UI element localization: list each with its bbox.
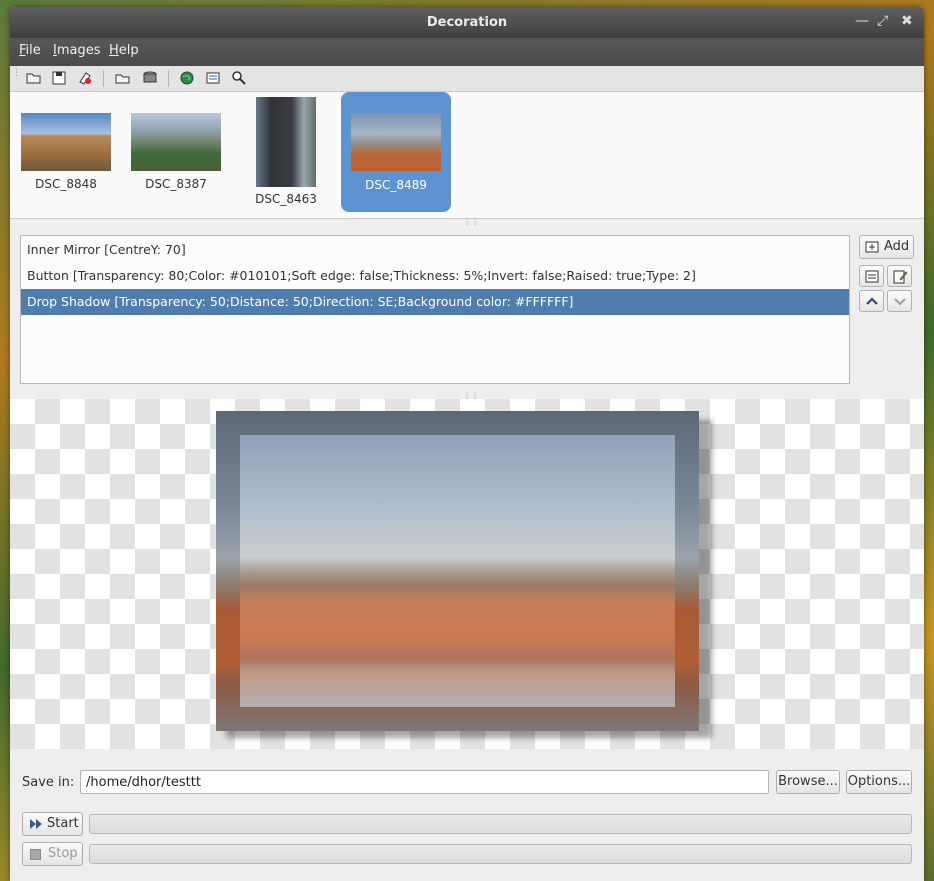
toolbar-grip-icon[interactable]: ⋮ <box>12 69 21 78</box>
open-folder-icon[interactable] <box>25 69 43 87</box>
thumbnail-item[interactable]: DSC_8463 <box>240 96 332 212</box>
globe-icon[interactable] <box>178 69 196 87</box>
thumbnail-caption: DSC_8463 <box>255 192 317 206</box>
toolbar-separator <box>168 70 169 87</box>
decoration-item[interactable]: Inner Mirror [CentreY: 70] <box>21 237 849 263</box>
stop-icon <box>30 849 41 860</box>
progress-bar-secondary <box>89 844 912 864</box>
options-button[interactable]: Options... <box>846 770 912 794</box>
disk-icon[interactable] <box>141 69 159 87</box>
save-in-label: Save in: <box>22 775 75 790</box>
menu-images[interactable]: Images <box>53 43 101 58</box>
menu-bar: File Images Help <box>10 38 924 66</box>
preview-area <box>10 399 924 749</box>
menu-file[interactable]: File <box>19 43 41 58</box>
browse-button[interactable]: Browse... <box>776 770 840 794</box>
clear-icon[interactable] <box>76 69 94 87</box>
thumbnail-image <box>21 113 111 171</box>
save-icon[interactable] <box>50 69 68 87</box>
start-button[interactable]: Start <box>22 812 83 836</box>
add-button-label: Add <box>884 239 910 254</box>
stop-button-label: Stop <box>48 846 78 861</box>
progress-bar-primary <box>89 814 912 834</box>
edit-decoration-button[interactable] <box>859 265 884 287</box>
menu-help[interactable]: Help <box>109 43 139 58</box>
preview-image-inner <box>240 435 675 707</box>
list-icon[interactable] <box>204 69 222 87</box>
window-title: Decoration <box>426 15 508 30</box>
edit-icon <box>893 270 908 284</box>
thumbnail-image <box>131 113 221 171</box>
properties-icon <box>865 270 879 283</box>
add-decoration-button[interactable]: Add <box>859 235 914 259</box>
thumbnail-image <box>256 97 316 187</box>
move-down-button[interactable] <box>887 290 912 312</box>
thumbnail-image <box>351 113 441 171</box>
close-icon[interactable]: ✖ <box>901 13 913 29</box>
app-window: Decoration — ⤢ ✖ File Images Help ⋮ DSC_… <box>10 7 924 881</box>
minimize-icon[interactable]: — <box>855 13 869 29</box>
open-image-icon[interactable] <box>114 69 132 87</box>
splitter-handle-icon[interactable]: ⋮⋮ <box>463 218 479 226</box>
save-path-input[interactable] <box>80 770 769 794</box>
title-bar[interactable]: Decoration — ⤢ ✖ <box>10 7 924 38</box>
thumbnail-item-selected[interactable]: DSC_8489 <box>341 92 451 212</box>
thumbnail-item[interactable]: DSC_8387 <box>130 112 222 198</box>
decoration-item[interactable]: Button [Transparency: 80;Color: #010101;… <box>21 263 849 289</box>
fast-forward-icon <box>30 819 42 829</box>
splitter-handle-icon[interactable]: ⋮⋮ <box>463 392 479 400</box>
preview-image <box>216 411 699 731</box>
thumbnail-caption: DSC_8489 <box>365 178 427 192</box>
thumbnail-caption: DSC_8848 <box>35 177 97 191</box>
start-button-label: Start <box>47 816 79 831</box>
thumbnail-caption: DSC_8387 <box>145 177 207 191</box>
decoration-item-selected[interactable]: Drop Shadow [Transparency: 50;Distance: … <box>21 289 849 315</box>
output-panel: Save in: Browse... Options... Start Stop <box>10 749 924 881</box>
maximize-icon[interactable]: ⤢ <box>877 13 888 29</box>
toolbar: ⋮ <box>10 66 924 92</box>
add-icon <box>865 241 879 253</box>
decoration-list[interactable]: Inner Mirror [CentreY: 70] Button [Trans… <box>20 235 850 384</box>
thumbnail-strip: DSC_8848 DSC_8387 DSC_8463 DSC_8489 <box>10 92 924 219</box>
chevron-down-icon <box>894 298 906 306</box>
thumbnail-item[interactable]: DSC_8848 <box>20 112 112 198</box>
zoom-icon[interactable] <box>230 69 248 87</box>
move-up-button[interactable] <box>859 290 884 312</box>
rename-decoration-button[interactable] <box>887 265 912 287</box>
stop-button[interactable]: Stop <box>22 842 83 866</box>
toolbar-separator <box>103 70 104 87</box>
chevron-up-icon <box>866 297 878 305</box>
